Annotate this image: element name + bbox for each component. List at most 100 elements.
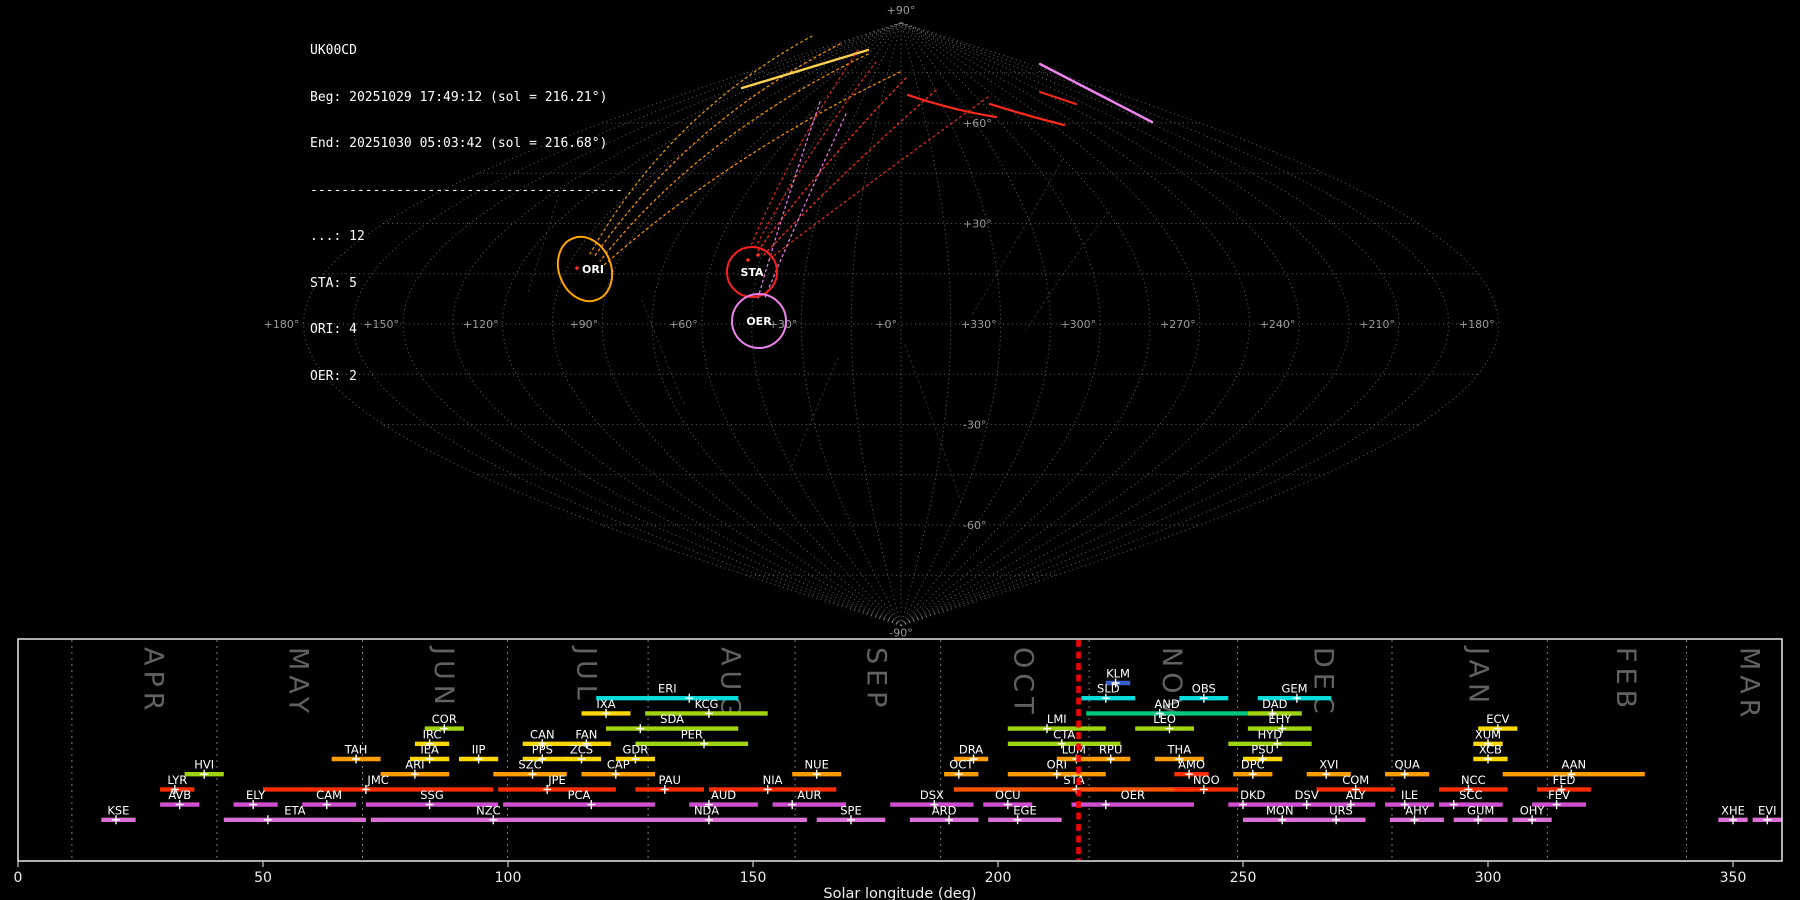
shower-label-PSU: PSU — [1251, 743, 1274, 757]
shower-label-ELY: ELY — [246, 788, 266, 802]
shower-label-XUM: XUM — [1475, 727, 1501, 741]
lon-label: +270° — [1160, 318, 1196, 331]
lat-label: +60° — [963, 117, 992, 130]
shower-label-PAU: PAU — [658, 773, 680, 787]
meteor-trail — [599, 53, 869, 262]
shower-label-COM: COM — [1342, 773, 1369, 787]
meteor-trail — [589, 35, 813, 255]
lon-label: +330° — [961, 318, 997, 331]
meteor-point — [746, 258, 750, 262]
month-label-mar: MAR — [1733, 647, 1764, 723]
month-label-apr: APR — [137, 647, 168, 716]
shower-label-DRA: DRA — [959, 743, 983, 757]
shower-label-ALY: ALY — [1346, 788, 1367, 802]
shower-label-ZCS: ZCS — [570, 743, 593, 757]
shower-label-OHY: OHY — [1520, 803, 1546, 817]
lon-label: +180° — [1459, 318, 1495, 331]
axis-tick-label: 0 — [14, 870, 23, 886]
shower-label-FAN: FAN — [575, 727, 597, 741]
meteor-track — [1038, 62, 1154, 124]
shower-label-CAP: CAP — [607, 758, 630, 772]
shower-label-SLD: SLD — [1097, 682, 1120, 696]
lon-label: +30° — [769, 318, 798, 331]
month-label-sep: SEP — [861, 647, 892, 712]
shower-label-CTA: CTA — [1053, 727, 1075, 741]
shower-label-DPC: DPC — [1241, 758, 1265, 772]
count-oer: OER: 2 — [310, 368, 357, 384]
shower-label-COR: COR — [432, 712, 457, 726]
month-label-dec: DEC — [1308, 647, 1339, 719]
shower-label-XCB: XCB — [1479, 743, 1502, 757]
lon-label: +60° — [669, 318, 698, 331]
meteor-point — [756, 253, 760, 257]
shower-label-ERI: ERI — [658, 682, 677, 696]
shower-label-RPU: RPU — [1099, 743, 1122, 757]
month-label-jan: JAN — [1462, 645, 1493, 708]
shower-label-XVI: XVI — [1319, 758, 1338, 772]
shower-label-XHE: XHE — [1721, 803, 1745, 817]
count-sporadic: ...: 12 — [310, 229, 365, 244]
radiant-label-OER: OER — [746, 315, 772, 328]
shower-label-HYD: HYD — [1258, 727, 1283, 741]
shower-peak-mark — [636, 724, 645, 734]
shower-label-NZC: NZC — [476, 803, 501, 817]
shower-label-SDA: SDA — [660, 712, 684, 726]
shower-label-OCT: OCT — [949, 758, 974, 772]
shower-label-GUM: GUM — [1467, 803, 1494, 817]
shower-label-NDA: NDA — [694, 803, 719, 817]
axis-tick-label: 50 — [254, 870, 272, 886]
shower-label-SPE: SPE — [840, 803, 862, 817]
lat-label: -30° — [963, 419, 986, 432]
shower-label-IRC: IRC — [423, 727, 442, 741]
shower-label-AND: AND — [1154, 697, 1179, 711]
shower-label-AMO: AMO — [1178, 758, 1205, 772]
lat-label: +30° — [963, 218, 992, 231]
shower-label-IEA: IEA — [420, 743, 439, 757]
meteor-trail — [603, 71, 901, 266]
meteor-trail — [1025, 211, 1109, 331]
shower-label-CAN: CAN — [530, 727, 555, 741]
shower-label-AVB: AVB — [168, 788, 191, 802]
shower-label-ARI: ARI — [405, 758, 424, 772]
shower-label-DSV: DSV — [1295, 788, 1319, 802]
begin-time-line: Beg: 20251029 17:49:12 (sol = 216.21°) — [310, 89, 608, 105]
shower-label-LUM: LUM — [1062, 743, 1086, 757]
count-sta: STA: 5 — [310, 275, 357, 291]
shower-label-CAM: CAM — [316, 788, 342, 802]
lon-label: +0° — [875, 318, 897, 331]
shower-label-GDR: GDR — [623, 743, 649, 757]
meridian-line — [900, 22, 952, 626]
lon-label: +180° — [264, 318, 300, 331]
shower-label-KCG: KCG — [695, 697, 719, 711]
shower-label-DAD: DAD — [1262, 697, 1288, 711]
shower-label-ECV: ECV — [1486, 712, 1509, 726]
info-separator: ---------------------------------------- — [310, 182, 624, 198]
shower-label-FEV: FEV — [1548, 788, 1570, 802]
shower-label-AHY: AHY — [1405, 803, 1430, 817]
shower-label-NUE: NUE — [805, 758, 829, 772]
end-time-line: End: 20251030 05:03:42 (sol = 216.68°) — [310, 136, 608, 151]
axis-tick-label: 150 — [740, 870, 767, 886]
meteor-trail — [641, 299, 685, 405]
meteor-track — [1039, 91, 1077, 105]
shower-label-GEM: GEM — [1281, 682, 1307, 696]
month-label-jul: JUL — [571, 645, 602, 705]
shower-label-OER: OER — [1121, 788, 1145, 802]
meteor-trail — [753, 61, 877, 251]
shower-label-DKD: DKD — [1240, 788, 1265, 802]
shower-label-TAH: TAH — [344, 743, 368, 757]
shower-label-ETA: ETA — [284, 803, 305, 817]
month-label-feb: FEB — [1610, 647, 1641, 713]
shower-label-AUD: AUD — [711, 788, 736, 802]
shower-label-EGE: EGE — [1013, 803, 1036, 817]
shower-label-PER: PER — [681, 727, 703, 741]
shower-label-LEO: LEO — [1153, 712, 1176, 726]
axis-tick-label: 350 — [1720, 870, 1747, 886]
shower-label-EHY: EHY — [1268, 712, 1292, 726]
shower-label-ARD: ARD — [932, 803, 957, 817]
lon-label: +240° — [1260, 318, 1296, 331]
shower-label-DSX: DSX — [920, 788, 944, 802]
shower-peak-mark — [788, 800, 797, 810]
shower-label-URS: URS — [1329, 803, 1353, 817]
meteor-track — [740, 48, 870, 90]
